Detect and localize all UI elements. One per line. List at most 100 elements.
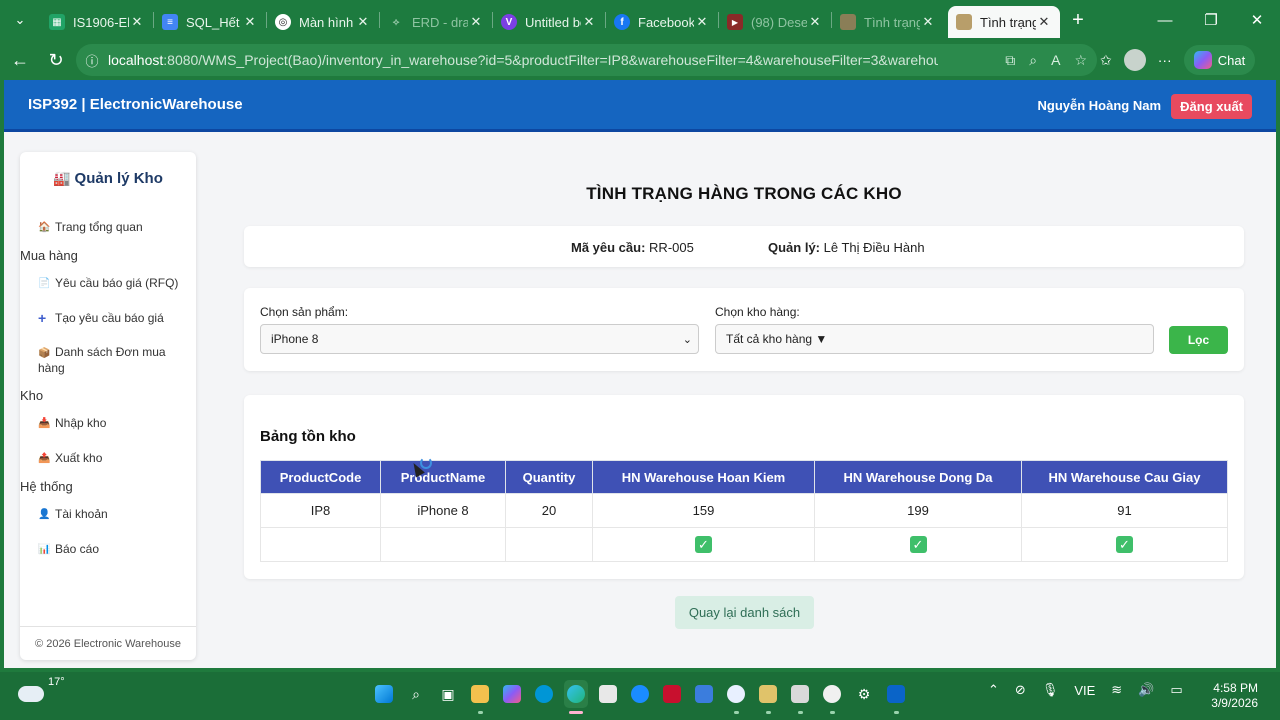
close-icon[interactable]: ✕ [694,14,710,30]
close-icon[interactable]: ✕ [355,14,371,30]
table-cell: ✓ [592,527,815,562]
tab-tinh-trang-active[interactable]: Tình trạng ✕ [948,6,1060,38]
page-viewport: ISP392 | ElectronicWarehouse Nguyễn Hoàn… [4,80,1276,668]
settings-gear-icon[interactable]: ⚙ [852,680,876,708]
edge-icon[interactable] [564,680,588,714]
favorites-icon[interactable]: ✩ [1100,52,1112,69]
start-button[interactable] [372,680,396,708]
table-cell: iPhone 8 [380,493,506,528]
sidebar-item-import[interactable]: 📥 Nhập kho [38,416,188,431]
sidebar-brand: 🏭 Quản lý Kho [53,170,163,187]
clock[interactable]: 4:58 PM 3/9/2026 [1211,681,1258,711]
tab-actions-menu[interactable]: ⌄ [5,5,35,35]
store-icon[interactable] [596,680,620,708]
facebook-icon: f [614,14,630,30]
mail-icon[interactable] [692,680,716,708]
sidebar-item-overview[interactable]: 🏠 Trang tổng quan [38,220,188,235]
chat-label: Chat [1217,52,1246,68]
favorite-star-icon[interactable]: ☆ [1074,52,1087,69]
zalo-icon[interactable] [724,680,748,714]
request-code: Mã yêu cầu: RR-005 [571,240,694,255]
weather-widget[interactable]: 17° [18,676,65,702]
back-to-list-button[interactable]: Quay lại danh sách [675,596,814,629]
volume-icon[interactable]: 🔊 [1138,682,1154,698]
youtube-icon: ▶ [727,14,743,30]
filter-card: Chọn sản phẩm: iPhone 8 ⌄ Chọn kho hàng:… [244,288,1244,371]
cloud-icon [18,686,44,702]
search-icon[interactable]: ⌕ [404,680,428,708]
table-header: ProductName [380,460,506,494]
tab-title: SQL_Hết h [186,14,242,30]
app-title[interactable]: ISP392 | ElectronicWarehouse [28,96,243,113]
tab-youtube[interactable]: ▶ (98) Deser ✕ [719,6,831,38]
close-icon[interactable]: ✕ [920,14,936,30]
more-options-icon[interactable]: ··· [1158,52,1172,68]
factory-icon: 🏭 [53,170,71,186]
app-available-icon[interactable]: ⧉ [1005,52,1015,69]
zoom-icon[interactable]: ⌕ [1029,52,1037,69]
minimize-icon[interactable]: — [1142,0,1188,40]
chevron-up-icon[interactable]: ⌃ [988,682,999,698]
windows-icon [375,685,393,703]
table-header: ProductCode [260,460,381,494]
new-tab-button[interactable]: + [1062,4,1094,36]
docs-icon: ≡ [162,14,178,30]
copilot-chat-button[interactable]: Chat [1183,45,1256,75]
close-icon[interactable]: ✕ [807,14,823,30]
refresh-icon[interactable]: ↻ [38,44,74,76]
tab-sheets[interactable]: ▦ IS1906-Ele ✕ [41,6,153,38]
tools-icon[interactable] [788,680,812,714]
check-icon: ✓ [1116,536,1133,553]
sidebar-item-create-rfq[interactable]: + Tạo yêu cầu báo giá [38,311,188,326]
sidebar: 🏭 Quản lý Kho 🏠 Trang tổng quan Mua hàng 📄… [20,152,196,660]
read-aloud-icon[interactable]: A [1051,52,1060,68]
site-info-icon[interactable]: ⓘ [76,51,108,70]
product-select[interactable]: iPhone 8 ⌄ [260,324,699,354]
stock-table: ProductCode ProductName Quantity HN Ware… [260,460,1228,562]
close-icon[interactable]: ✕ [242,14,258,30]
back-arrow-icon[interactable]: ← [2,44,38,76]
profile-avatar[interactable] [1123,49,1146,71]
wifi-icon[interactable]: ≋ [1111,682,1122,698]
battery-icon[interactable]: ▭ [1170,682,1182,698]
toolbar-right: ✩ ··· Chat [1100,44,1256,76]
sidebar-item-rfq[interactable]: 📄 Yêu cầu báo giá (RFQ) [38,276,188,291]
tab-chatgpt[interactable]: ◎ Màn hình x ✕ [267,6,379,38]
tab-docs[interactable]: ≡ SQL_Hết h ✕ [154,6,266,38]
mic-muted-icon[interactable]: ⊘ [1015,682,1026,698]
restore-icon[interactable]: ❐ [1188,0,1234,40]
tab-title: Untitled bo [525,14,581,30]
table-cell [380,527,506,562]
logout-button[interactable]: Đăng xuất [1171,94,1252,119]
close-icon[interactable]: ✕ [468,14,484,30]
tab-drawio[interactable]: ⟡ ERD - draw ✕ [380,6,492,38]
mcafee-icon[interactable] [660,680,684,708]
app-cube-icon[interactable] [756,680,780,714]
outlook-icon[interactable] [884,680,908,714]
hp-icon[interactable] [532,680,556,708]
tab-title: Facebook [638,14,694,30]
copilot-icon[interactable] [500,680,524,708]
sidebar-group-system: Hệ thống [20,479,73,494]
tab-tinh-trang-1[interactable]: Tình trạng ✕ [832,6,944,38]
url-field[interactable]: ⓘ localhost:8080/WMS_Project(Bao)/invent… [76,44,1097,76]
sidebar-item-po-list[interactable]: 📦 Danh sách Đơn mua hàng [38,345,188,376]
close-icon[interactable]: ✕ [581,14,597,30]
file-explorer-icon[interactable] [468,680,492,714]
filter-button[interactable]: Lọc [1169,326,1228,354]
github-icon[interactable] [820,680,844,714]
tab-untitled[interactable]: V Untitled bo ✕ [493,6,605,38]
sidebar-item-export[interactable]: 📤 Xuất kho [38,451,188,466]
help-icon[interactable] [628,680,652,708]
microphone-icon[interactable]: 🎙 [1042,682,1059,698]
close-window-icon[interactable]: ✕ [1234,0,1280,40]
close-icon[interactable]: ✕ [129,14,145,30]
task-view-icon[interactable]: ▣ [436,680,460,708]
close-icon[interactable]: ✕ [1036,14,1052,30]
sidebar-item-account[interactable]: 👤 Tài khoản [38,507,188,522]
sidebar-item-report[interactable]: 📊 Báo cáo [38,542,188,557]
tab-facebook[interactable]: f Facebook ✕ [606,6,718,38]
warehouse-multiselect[interactable]: Tất cả kho hàng ▼ [715,324,1154,354]
stock-title: Bảng tồn kho [260,428,356,445]
language-indicator[interactable]: VIE [1074,683,1095,698]
